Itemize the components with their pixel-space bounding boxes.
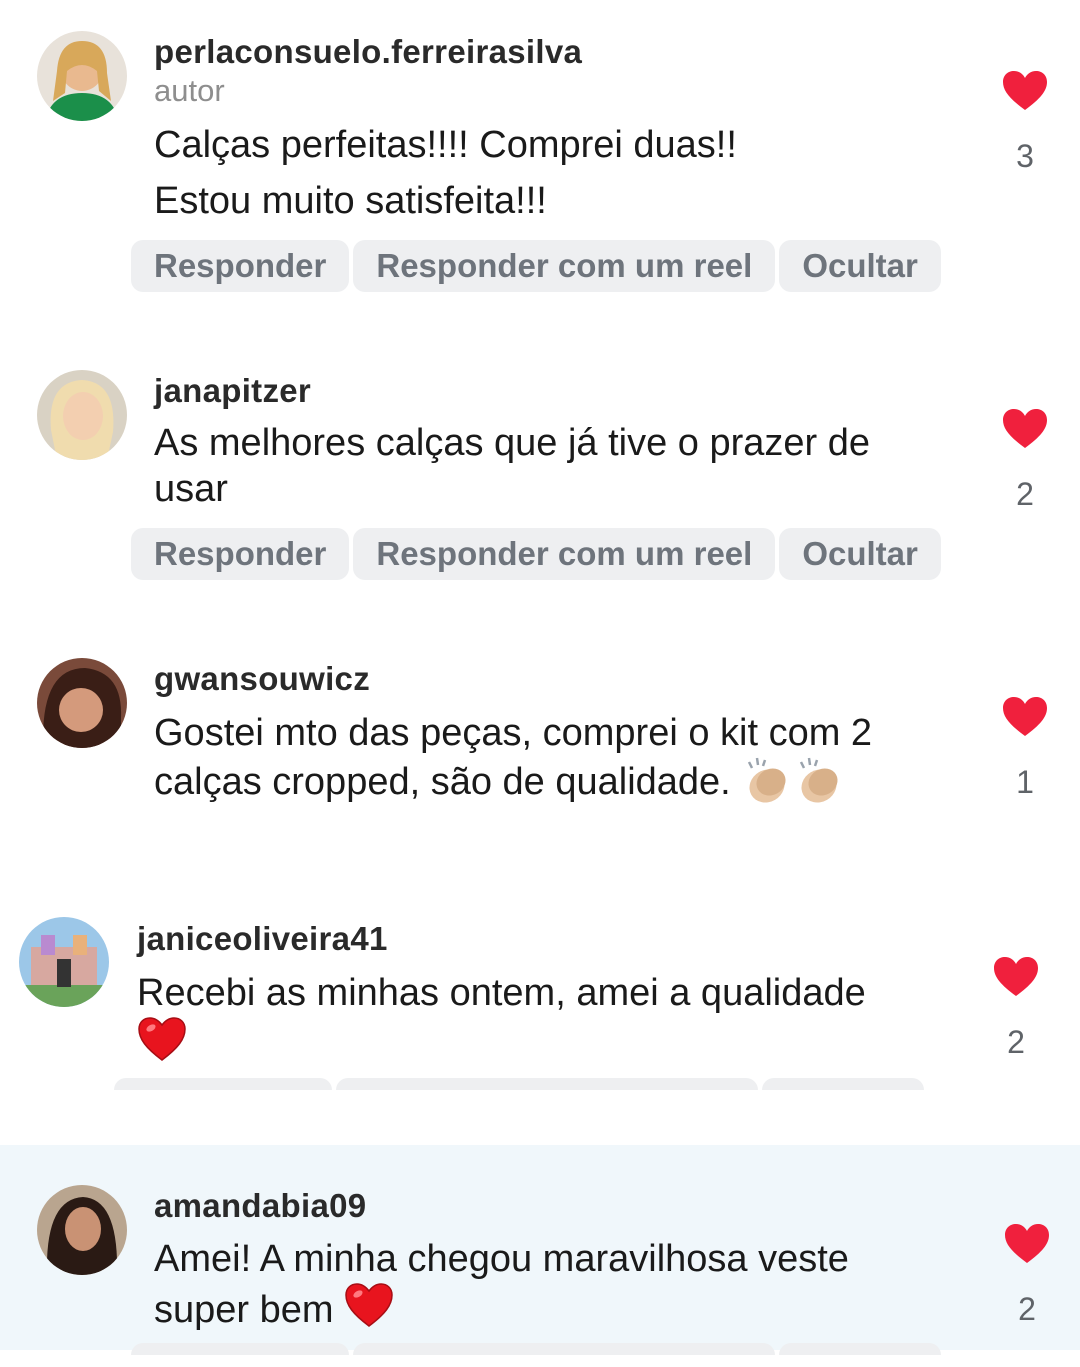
like-count: 2	[1018, 1291, 1036, 1327]
comment-actions: Responder Responder com um reel Ocultar	[131, 528, 941, 580]
comment-line: Amei! A minha chegou maravilhosa veste	[154, 1238, 849, 1280]
like-count: 1	[1016, 764, 1034, 800]
reply-button[interactable]: Responder	[114, 1078, 333, 1090]
comment-actions: Responder Responder com um reel Ocultar	[114, 1078, 924, 1090]
author-badge: autor	[154, 73, 225, 108]
hide-button[interactable]: Ocultar	[779, 1343, 941, 1355]
comment-line: Gostei mto das peças, comprei o kit com …	[154, 712, 873, 754]
like-heart-icon[interactable]	[1002, 70, 1048, 112]
reply-button[interactable]: Responder	[131, 1343, 350, 1355]
avatar[interactable]	[19, 917, 109, 1007]
comment-2: janapitzer As melhores calças que já tiv…	[0, 320, 1080, 620]
hide-button[interactable]: Ocultar	[762, 1078, 924, 1090]
comment-line: As melhores calças que já tive o prazer …	[154, 422, 871, 464]
comment-line-emoji	[137, 1016, 927, 1067]
like-heart-icon[interactable]	[1004, 1223, 1050, 1265]
username[interactable]: gwansouwicz	[154, 660, 370, 698]
comment-line: Calças perfeitas!!!! Comprei duas!!	[154, 124, 737, 166]
like-heart-icon[interactable]	[1002, 696, 1048, 738]
comment-text: Amei! A minha chegou maravilhosa veste s…	[154, 1236, 944, 1333]
comment-line: Recebi as minhas ontem, amei a qualidade	[137, 972, 866, 1014]
comment-line: Estou muito satisfeita!!!	[154, 180, 547, 222]
avatar[interactable]	[37, 31, 127, 121]
comment-text: Calças perfeitas!!!! Comprei duas!! Esto…	[154, 122, 944, 224]
comment-1: perlaconsuelo.ferreirasilva autor Calças…	[0, 0, 1080, 320]
username[interactable]: amandabia09	[154, 1187, 366, 1225]
clapping-hands-icon	[793, 756, 845, 806]
clapping-hands-icon	[741, 756, 793, 806]
comment-text: As melhores calças que já tive o prazer …	[154, 420, 944, 512]
reply-with-reel-button[interactable]: Responder com um reel	[336, 1078, 759, 1090]
red-heart-icon	[344, 1282, 394, 1328]
username[interactable]: janapitzer	[154, 372, 311, 410]
comment-line: usar	[154, 468, 228, 510]
username[interactable]: perlaconsuelo.ferreirasilva	[154, 33, 582, 71]
reply-with-reel-button[interactable]: Responder com um reel	[353, 1343, 776, 1355]
like-heart-icon[interactable]	[1002, 408, 1048, 450]
red-heart-icon	[137, 1016, 187, 1062]
reply-with-reel-button[interactable]: Responder com um reel	[353, 240, 776, 292]
comment-text: Gostei mto das peças, comprei o kit com …	[154, 710, 944, 806]
like-heart-icon[interactable]	[993, 956, 1039, 998]
comment-4: janiceoliveira41 Recebi as minhas ontem,…	[0, 890, 1080, 1145]
comment-3: gwansouwicz Gostei mto das peças, compre…	[0, 620, 1080, 890]
reply-with-reel-button[interactable]: Responder com um reel	[353, 528, 776, 580]
like-count: 3	[1016, 138, 1034, 174]
hide-button[interactable]: Ocultar	[779, 528, 941, 580]
comment-actions: Responder Responder com um reel Ocultar	[131, 240, 941, 292]
comment-line-with-emoji: super bem	[154, 1282, 944, 1333]
username[interactable]: janiceoliveira41	[137, 920, 388, 958]
like-count: 2	[1007, 1024, 1025, 1060]
hide-button[interactable]: Ocultar	[779, 240, 941, 292]
comment-line-with-emoji: calças cropped, são de qualidade.	[154, 756, 944, 806]
reply-button[interactable]: Responder	[131, 528, 350, 580]
avatar[interactable]	[37, 370, 127, 460]
reply-button[interactable]: Responder	[131, 240, 350, 292]
comment-5: amandabia09 Amei! A minha chegou maravil…	[0, 1145, 1080, 1355]
comment-line: calças cropped, são de qualidade.	[154, 761, 731, 803]
avatar[interactable]	[37, 658, 127, 748]
avatar[interactable]	[37, 1185, 127, 1275]
comment-text: Recebi as minhas ontem, amei a qualidade	[137, 970, 927, 1067]
comment-actions: Responder Responder com um reel Ocultar	[131, 1343, 941, 1355]
comment-line: super bem	[154, 1289, 334, 1331]
like-count: 2	[1016, 476, 1034, 512]
